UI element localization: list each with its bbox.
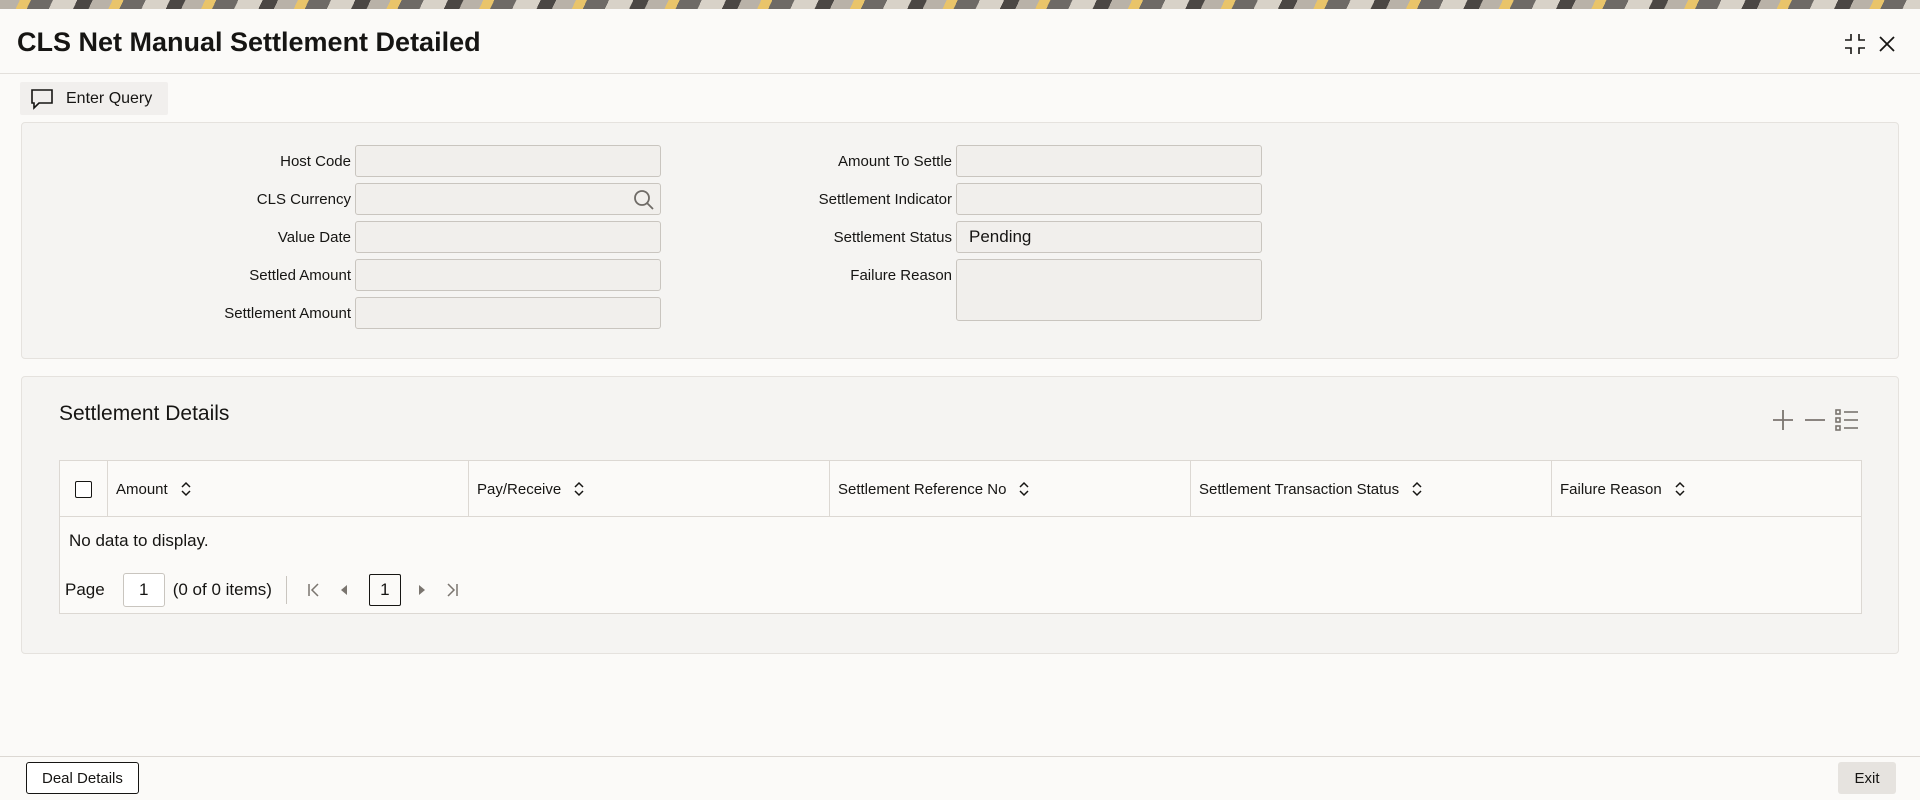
value-date-label: Value Date — [277, 229, 351, 246]
failure-reason-textarea[interactable] — [956, 259, 1262, 321]
value-date-input[interactable] — [355, 221, 661, 253]
column-header-amount[interactable]: Amount — [108, 461, 469, 517]
search-icon[interactable] — [632, 188, 656, 217]
page-label: Page — [65, 580, 105, 599]
settlement-amount-input[interactable] — [355, 297, 661, 329]
cls-currency-label: CLS Currency — [256, 191, 351, 208]
footer-bar: Deal Details Exit — [0, 756, 1920, 800]
sort-icon[interactable] — [573, 481, 585, 497]
title-bar: CLS Net Manual Settlement Detailed — [0, 9, 1920, 74]
deal-details-button[interactable]: Deal Details — [26, 762, 139, 794]
host-code-input[interactable] — [355, 145, 661, 177]
host-code-label: Host Code — [280, 153, 351, 170]
sort-icon[interactable] — [1018, 481, 1030, 497]
amount-to-settle-label: Amount To Settle — [838, 153, 952, 170]
amount-to-settle-input[interactable] — [956, 145, 1262, 177]
query-form-panel: Host Code CLS Currency Value Date Settle… — [21, 122, 1899, 359]
minus-icon — [1805, 419, 1825, 421]
settlement-status-label: Settlement Status — [833, 229, 952, 246]
empty-message: No data to display. — [69, 531, 209, 550]
maximize-icon[interactable] — [1840, 29, 1870, 59]
pager-divider — [285, 576, 287, 604]
column-header-label: Pay/Receive — [477, 480, 562, 498]
sort-icon[interactable] — [180, 481, 192, 497]
last-page-icon[interactable] — [439, 577, 465, 603]
settlement-status-input[interactable]: Pending — [956, 221, 1262, 253]
settled-amount-label: Settled Amount — [249, 267, 351, 284]
plus-icon — [1773, 410, 1793, 430]
column-header-label: Failure Reason — [1560, 480, 1662, 498]
add-row-button[interactable] — [1770, 407, 1796, 433]
column-header-settlement-transaction-status[interactable]: Settlement Transaction Status — [1191, 461, 1552, 517]
column-header-label: Settlement Reference No — [838, 480, 1007, 498]
enter-query-label: Enter Query — [66, 89, 153, 107]
previous-page-icon[interactable] — [331, 577, 357, 603]
section-title: Settlement Details — [59, 402, 230, 425]
column-header-failure-reason[interactable]: Failure Reason — [1552, 461, 1861, 517]
sort-icon[interactable] — [1674, 481, 1686, 497]
first-page-icon[interactable] — [301, 577, 327, 603]
header-banner — [0, 0, 1920, 9]
table-header: Amount Pay/Receive Settlement Reference … — [60, 461, 1861, 517]
sort-icon[interactable] — [1411, 481, 1423, 497]
settlement-details-panel: Settlement Details Amount Pay/Receive Se… — [21, 376, 1899, 654]
settlement-details-table: Amount Pay/Receive Settlement Reference … — [59, 460, 1862, 614]
pagination: Page 1 (0 of 0 items) 1 — [65, 573, 469, 607]
grid-actions — [1770, 407, 1860, 433]
column-header-settlement-reference-no[interactable]: Settlement Reference No — [830, 461, 1191, 517]
single-view-button[interactable] — [1834, 407, 1860, 433]
settlement-indicator-label: Settlement Indicator — [818, 191, 952, 208]
select-all-checkbox[interactable] — [75, 480, 92, 498]
page-number-input[interactable]: 1 — [122, 573, 165, 607]
list-icon — [1835, 409, 1858, 431]
current-page-button[interactable]: 1 — [368, 574, 401, 606]
column-header-label: Amount — [116, 480, 168, 498]
enter-query-button[interactable]: Enter Query — [20, 82, 169, 115]
settled-amount-input[interactable] — [355, 259, 661, 291]
settlement-indicator-input[interactable] — [956, 183, 1262, 215]
settlement-amount-label: Settlement Amount — [224, 305, 351, 322]
next-page-icon[interactable] — [409, 577, 435, 603]
close-icon[interactable] — [1872, 29, 1902, 59]
exit-button[interactable]: Exit — [1838, 762, 1896, 794]
toolbar: Enter Query — [20, 82, 169, 115]
comment-icon — [30, 88, 54, 110]
select-all-cell — [60, 461, 108, 517]
column-header-pay-receive[interactable]: Pay/Receive — [469, 461, 830, 517]
failure-reason-label: Failure Reason — [850, 267, 952, 284]
page-title: CLS Net Manual Settlement Detailed — [17, 27, 481, 57]
delete-row-button[interactable] — [1802, 407, 1828, 433]
items-count: (0 of 0 items) — [172, 580, 272, 599]
column-header-label: Settlement Transaction Status — [1199, 480, 1400, 498]
cls-currency-input[interactable] — [355, 183, 661, 215]
